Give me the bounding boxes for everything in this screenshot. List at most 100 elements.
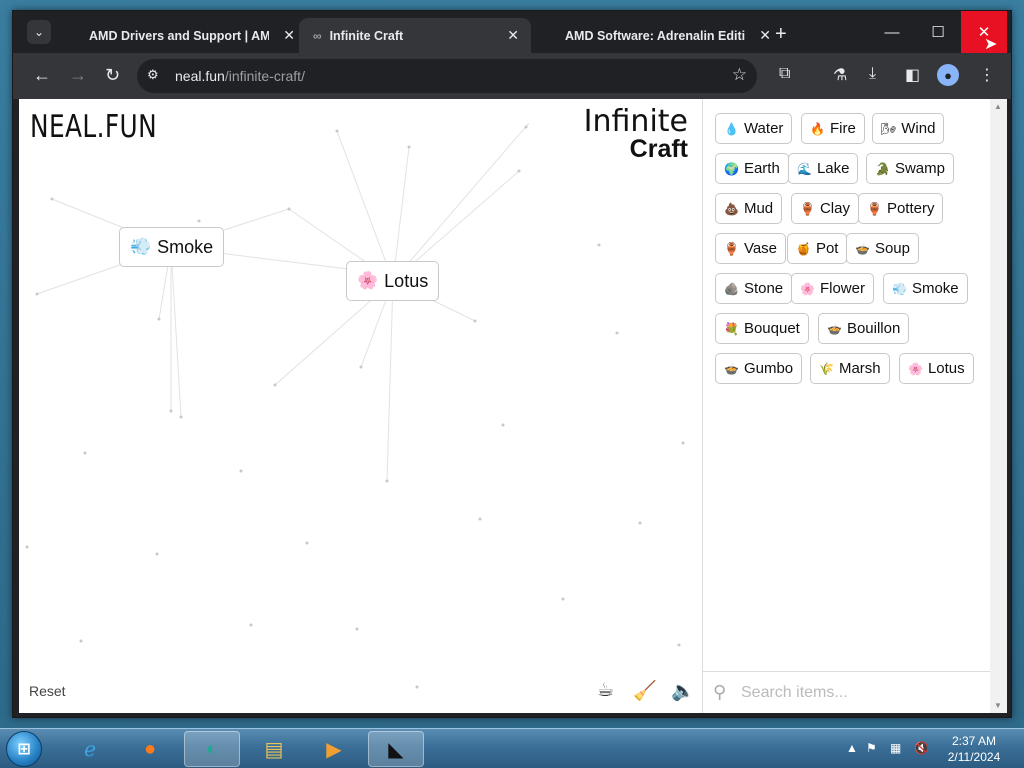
item-wind[interactable]: 🌬 Wind (872, 113, 945, 144)
tab-infinite-craft[interactable]: ∞ Infinite Craft ✕ (299, 18, 531, 53)
item-emoji: 🍯 (796, 241, 811, 256)
reload-icon[interactable]: ↻ (105, 65, 120, 86)
item-emoji: 🌸 (800, 281, 815, 296)
side-panel-icon[interactable]: ◧ (905, 65, 920, 85)
clock-time: 2:37 AM (951, 734, 997, 748)
item-pot[interactable]: 🍯 Pot (787, 233, 848, 264)
action-center-flag-icon[interactable]: ⚑ (866, 741, 877, 755)
url-text[interactable]: neal.fun/infinite-craft/ (175, 68, 305, 84)
smoke-emoji-icon: 💨 (130, 237, 152, 256)
address-bar[interactable]: ⚙ neal.fun/infinite-craft/ ☆ (137, 59, 757, 93)
item-fire[interactable]: 🔥 Fire (801, 113, 865, 144)
logo-line-infinite: Infinite (583, 104, 688, 139)
labs-flask-icon[interactable]: ⚗ (833, 65, 847, 85)
item-label: Stone (743, 280, 784, 297)
windows-taskbar: ⊞ ℯ ● ◐ ▤ ▶ ◣ ▲ ⚑ ▦ 🔇 2:37 AM 2/11/2024 (0, 728, 1024, 768)
file-explorer-icon[interactable]: ▤ (246, 731, 302, 767)
site-info-icon[interactable]: ⚙ (147, 67, 159, 83)
taskbar-clock[interactable]: 2:37 AM 2/11/2024 (935, 733, 1013, 765)
item-marsh[interactable]: 🌾 Marsh (810, 353, 890, 384)
tab-amd-software[interactable]: AMD Software: Adrenalin Edition ✕ (551, 18, 783, 53)
tab-title: AMD Drivers and Support | AMD (89, 28, 269, 43)
profile-avatar-icon[interactable]: ● (937, 64, 959, 86)
item-emoji: 🏺 (724, 241, 739, 256)
minimize-button[interactable]: — (869, 11, 915, 53)
infinity-icon: ∞ (313, 28, 322, 43)
item-mud[interactable]: 💩 Mud (715, 193, 783, 224)
reset-button[interactable]: Reset (29, 683, 66, 699)
item-pottery[interactable]: 🏺 Pottery (858, 193, 944, 224)
page-content: NEAL.FUN Infinite Craft 💨 Smoke 🌸 Lotus … (19, 99, 1007, 713)
tab-amd-drivers[interactable]: AMD Drivers and Support | AMD ✕ (75, 18, 307, 53)
downloads-icon[interactable]: ⤓ (869, 65, 876, 83)
new-tab-button[interactable]: + (775, 23, 787, 46)
item-smoke[interactable]: 💨 Smoke (883, 273, 968, 304)
item-water[interactable]: 💧 Water (715, 113, 793, 144)
neal-fun-logo[interactable]: NEAL.FUN (30, 109, 157, 145)
item-label: Swamp (894, 160, 945, 177)
item-flower[interactable]: 🌸 Flower (791, 273, 874, 304)
search-icon: ⚲ (713, 682, 727, 702)
sound-icon[interactable]: 🔈 (671, 679, 695, 703)
item-bouillon[interactable]: 🍲 Bouillon (818, 313, 910, 344)
scroll-up-icon[interactable]: ▲ (994, 102, 1002, 111)
tray-expand-icon[interactable]: ▲ (846, 741, 858, 755)
media-player-icon[interactable]: ▶ (306, 731, 362, 767)
item-label: Lake (816, 160, 850, 177)
item-lake[interactable]: 🌊 Lake (788, 153, 859, 184)
item-label: Bouillon (846, 320, 901, 337)
item-clay[interactable]: 🏺 Clay (791, 193, 859, 224)
item-swamp[interactable]: 🐊 Swamp (866, 153, 954, 184)
search-input[interactable] (741, 680, 981, 706)
menu-kebab-icon[interactable]: ⋮ (979, 65, 995, 85)
canvas-instance-smoke[interactable]: 💨 Smoke (119, 227, 225, 267)
forward-icon[interactable]: → (69, 65, 87, 86)
item-emoji: 🍲 (724, 361, 739, 376)
item-bouquet[interactable]: 💐 Bouquet (715, 313, 809, 344)
item-lotus[interactable]: 🌸 Lotus (899, 353, 974, 384)
firefox-icon[interactable]: ● (122, 731, 178, 767)
scroll-down-icon[interactable]: ▼ (994, 701, 1002, 710)
tab-title: Infinite Craft (329, 28, 404, 43)
instance-label: Lotus (384, 270, 429, 291)
craft-canvas[interactable]: NEAL.FUN Infinite Craft 💨 Smoke 🌸 Lotus … (19, 99, 702, 713)
amd-software-icon[interactable]: ◣ (368, 731, 424, 767)
canvas-background-lines (25, 122, 685, 689)
item-label: Soup (874, 240, 910, 257)
edge-icon[interactable]: ◐ (184, 731, 240, 767)
item-label: Flower (819, 280, 865, 297)
internet-explorer-icon[interactable]: ℯ (62, 731, 118, 767)
network-icon[interactable]: ▦ (890, 741, 901, 755)
sidebar-scrollbar[interactable]: ▲ ▼ (990, 99, 1007, 713)
item-emoji: 🍲 (855, 241, 870, 256)
items-sidebar: 💧 Water 🔥 Fire 🌬 Wind 🌍 Earth 🌊 Lake 🐊 Swamp 💩… (702, 99, 991, 713)
back-icon[interactable]: ← (33, 65, 51, 86)
item-vase[interactable]: 🏺 Vase (715, 233, 787, 264)
broom-clear-icon[interactable]: 🧹 (633, 679, 657, 703)
item-emoji: 🏺 (867, 201, 882, 216)
logo-line-craft: Craft (629, 135, 688, 163)
tab-search-button[interactable]: ⌄ (27, 20, 51, 44)
item-label: Vase (743, 240, 778, 257)
start-button[interactable]: ⊞ (6, 731, 42, 767)
item-label: Wind (901, 120, 936, 137)
item-earth[interactable]: 🌍 Earth (715, 153, 789, 184)
item-soup[interactable]: 🍲 Soup (846, 233, 919, 264)
extensions-icon[interactable]: ⧉ (779, 65, 790, 83)
browser-toolbar: ← → ↻ ⚙ neal.fun/infinite-craft/ ☆ ⧉ ⚗ ⤓… (13, 53, 1011, 99)
maximize-button[interactable]: ☐ (915, 11, 961, 53)
tab-close-icon[interactable]: ✕ (507, 27, 519, 44)
canvas-instance-lotus[interactable]: 🌸 Lotus (346, 261, 440, 301)
tab-close-icon[interactable]: ✕ (283, 27, 295, 44)
item-label: Mud (743, 200, 774, 217)
item-stone[interactable]: 🪨 Stone (715, 273, 793, 304)
item-emoji: 🌬 (881, 121, 897, 136)
item-label: Earth (743, 160, 780, 177)
tab-close-icon[interactable]: ✕ (759, 27, 771, 44)
bookmark-star-icon[interactable]: ☆ (732, 65, 747, 85)
item-gumbo[interactable]: 🍲 Gumbo (715, 353, 803, 384)
coffee-cup-icon[interactable]: ☕ (597, 679, 614, 702)
infinite-craft-logo: Infinite Craft (584, 107, 688, 162)
volume-muted-icon[interactable]: 🔇 (914, 741, 929, 755)
mouse-cursor-icon: ➤ (984, 36, 998, 53)
